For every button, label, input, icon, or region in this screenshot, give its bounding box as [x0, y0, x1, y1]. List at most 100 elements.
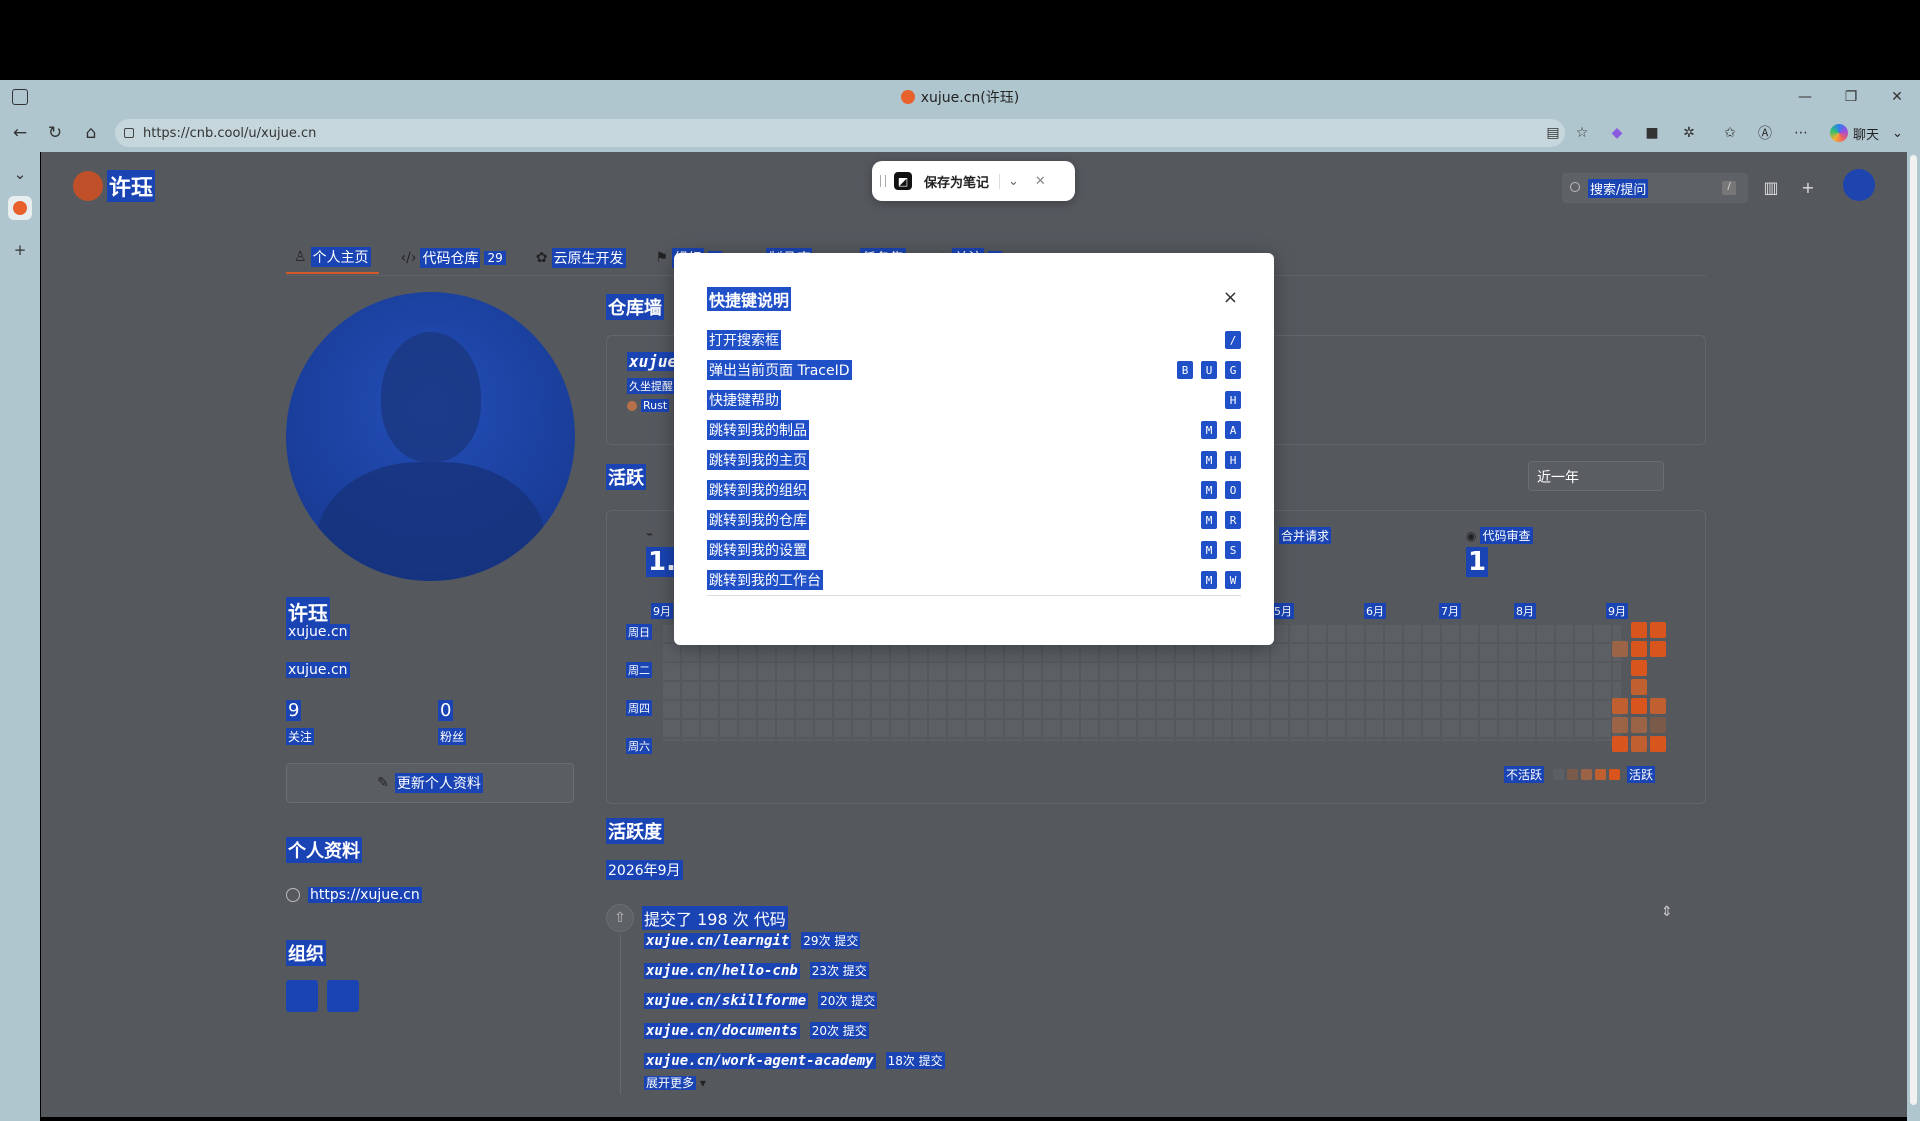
more-icon[interactable]: ⋯ [1791, 123, 1811, 143]
lang-dot-icon [627, 400, 637, 411]
legend-more: 活跃 [1627, 766, 1656, 783]
shortcut-label: 跳转到我的设置 [707, 540, 809, 560]
new-tab-icon[interactable]: + [8, 238, 32, 262]
show-more-button[interactable]: 展开更多 ▾ [644, 1074, 706, 1091]
search-shortcut-key: / [1722, 181, 1736, 195]
website-link[interactable]: https://xujue.cn [286, 887, 422, 903]
heatmap-cell[interactable] [1650, 641, 1666, 657]
tab-cloud-dev[interactable]: ✿ 云原生开发 [528, 242, 634, 274]
chart-icon[interactable]: ▥ [1760, 176, 1782, 198]
heatmap-cell[interactable] [1650, 736, 1666, 752]
heatmap-cell[interactable] [1631, 698, 1647, 714]
commit-repo-link[interactable]: xujue.cn/work-agent-academy [644, 1052, 876, 1069]
close-icon[interactable]: × [1223, 287, 1238, 308]
shortcut-label: 弹出当前页面 TraceID [707, 360, 852, 380]
drag-handle-icon[interactable] [880, 175, 886, 187]
extensions-icon[interactable]: ✲ [1679, 123, 1699, 143]
activity-range-select[interactable]: 近一年 [1528, 461, 1664, 491]
heatmap-cell[interactable] [1650, 622, 1666, 638]
shortcut-row: 快捷键帮助 H [707, 390, 1241, 410]
followers-count[interactable]: 0 [438, 700, 454, 721]
shortcut-label: 跳转到我的制品 [707, 420, 809, 440]
lock-icon [124, 128, 134, 138]
commit-repo-count: 23次 提交 [809, 962, 869, 979]
org-avatar-1[interactable] [286, 980, 318, 1012]
commit-repo-link[interactable]: xujue.cn/learngit [644, 932, 792, 949]
back-icon[interactable]: ← [9, 122, 31, 144]
shortcut-label: 跳转到我的主页 [707, 450, 809, 470]
home-icon[interactable]: ⌂ [80, 122, 102, 144]
shortcut-label: 跳转到我的仓库 [707, 510, 809, 530]
close-window-button[interactable]: ✕ [1874, 80, 1920, 114]
shortcut-key: M [1201, 481, 1217, 499]
heatmap-cell[interactable] [1631, 641, 1647, 657]
heatmap-cell[interactable] [1631, 736, 1647, 752]
shortcut-keys: MA [1201, 421, 1241, 439]
shortcut-row: 跳转到我的设置 M S [707, 540, 1241, 560]
chevron-down-icon[interactable]: ⌄ [999, 173, 1027, 189]
shortcut-keys: MS [1201, 541, 1241, 559]
profile-section-title: 个人资料 [286, 837, 362, 863]
search-input[interactable]: 搜索/提问 / [1562, 173, 1748, 203]
heatmap-cell[interactable] [1612, 698, 1628, 714]
commit-repo-link[interactable]: xujue.cn/skillforme [644, 992, 809, 1009]
shortcut-key: A [1225, 421, 1241, 439]
minimize-button[interactable]: — [1782, 80, 1828, 114]
collapse-icon[interactable]: ⇕ [1661, 904, 1673, 920]
metric-review: ◉ 代码审查 [1466, 527, 1533, 544]
following-count[interactable]: 9 [286, 700, 302, 721]
vertical-tab-sidebar: ⌄ + [0, 152, 40, 1121]
heatmap-cell[interactable] [1650, 698, 1666, 714]
commit-repo-link[interactable]: xujue.cn/documents [644, 1022, 800, 1039]
save-note-button[interactable]: 保存为笔记 [924, 172, 989, 191]
address-bar[interactable]: https://cnb.cool/u/xujue.cn [115, 119, 1565, 147]
profile-icon[interactable]: Ⓐ [1755, 123, 1775, 143]
extension-icon[interactable]: ◆ [1607, 123, 1627, 143]
heatmap-cell[interactable] [1631, 660, 1647, 676]
shortcut-label: 跳转到我的工作台 [707, 570, 823, 590]
save-note-toolbar: ◩ 保存为笔记 ⌄ ✕ [872, 161, 1075, 201]
commit-repo-row: xujue.cn/work-agent-academy 18次 提交 [644, 1052, 945, 1069]
create-plus-icon[interactable]: + [1797, 176, 1819, 198]
edit-profile-button[interactable]: ✎ 更新个人资料 [286, 763, 574, 803]
shortcut-row: 跳转到我的主页 M H [707, 450, 1241, 470]
heatmap-cell[interactable] [1631, 622, 1647, 638]
url-text: https://cnb.cool/u/xujue.cn [143, 125, 317, 141]
refresh-icon[interactable]: ↻ [44, 122, 66, 144]
heatmap-cell[interactable] [1631, 679, 1647, 695]
shortcut-label: 跳转到我的组织 [707, 480, 809, 500]
shortcut-row: 打开搜索框 / [707, 330, 1241, 350]
tab-repos[interactable]: ‹/› 代码仓库 29 [393, 242, 514, 274]
heatmap-cell[interactable] [1612, 736, 1628, 752]
shortcuts-dialog: 快捷键说明 × 打开搜索框 / 弹出当前页面 TraceID B U G 快捷键帮助 H 跳转到… [674, 253, 1274, 645]
shortcut-key: B [1177, 361, 1193, 379]
notes-extension-icon[interactable]: ■ [1642, 123, 1662, 143]
org-avatar-2[interactable] [327, 980, 359, 1012]
page-scrollbar[interactable] [1907, 152, 1920, 1121]
shortcut-row: 跳转到我的制品 M A [707, 420, 1241, 440]
collapse-chevron-icon[interactable]: ⌄ [8, 162, 32, 186]
eye-icon: ◉ [1466, 528, 1477, 543]
heatmap-cell[interactable] [1612, 717, 1628, 733]
user-avatar[interactable] [1843, 169, 1875, 201]
close-icon[interactable]: ✕ [1035, 174, 1046, 189]
metric-review-label: 代码审查 [1480, 527, 1533, 544]
restore-button[interactable]: ❐ [1828, 80, 1874, 114]
heatmap-cell[interactable] [1612, 641, 1628, 657]
heatmap-legend: 不活跃 活跃 [1504, 766, 1656, 783]
reader-mode-icon[interactable]: ▤ [1543, 123, 1563, 143]
sidebar-tab-cnb[interactable] [8, 196, 32, 220]
repo-wall-title: 仓库墙 [606, 294, 664, 320]
copilot-chat-button[interactable]: 聊天 ⌄ [1830, 121, 1903, 145]
heatmap-cell[interactable] [1650, 717, 1666, 733]
heatmap-cell[interactable] [1631, 717, 1647, 733]
favorite-star-icon[interactable]: ☆ [1572, 123, 1592, 143]
tab-cloud-dev-label: 云原生开发 [551, 248, 626, 268]
favorites-icon[interactable]: ✩ [1720, 123, 1740, 143]
commit-repo-row: xujue.cn/skillforme 20次 提交 [644, 992, 878, 1009]
tab-home[interactable]: ♙ 个人主页 [286, 242, 379, 274]
commit-repo-link[interactable]: xujue.cn/hello-cnb [644, 962, 800, 979]
metric-mr-label: 合并请求 [1279, 527, 1332, 544]
site-brand[interactable]: 许珏 [73, 170, 156, 202]
scrollbar-thumb[interactable] [1910, 155, 1917, 1105]
